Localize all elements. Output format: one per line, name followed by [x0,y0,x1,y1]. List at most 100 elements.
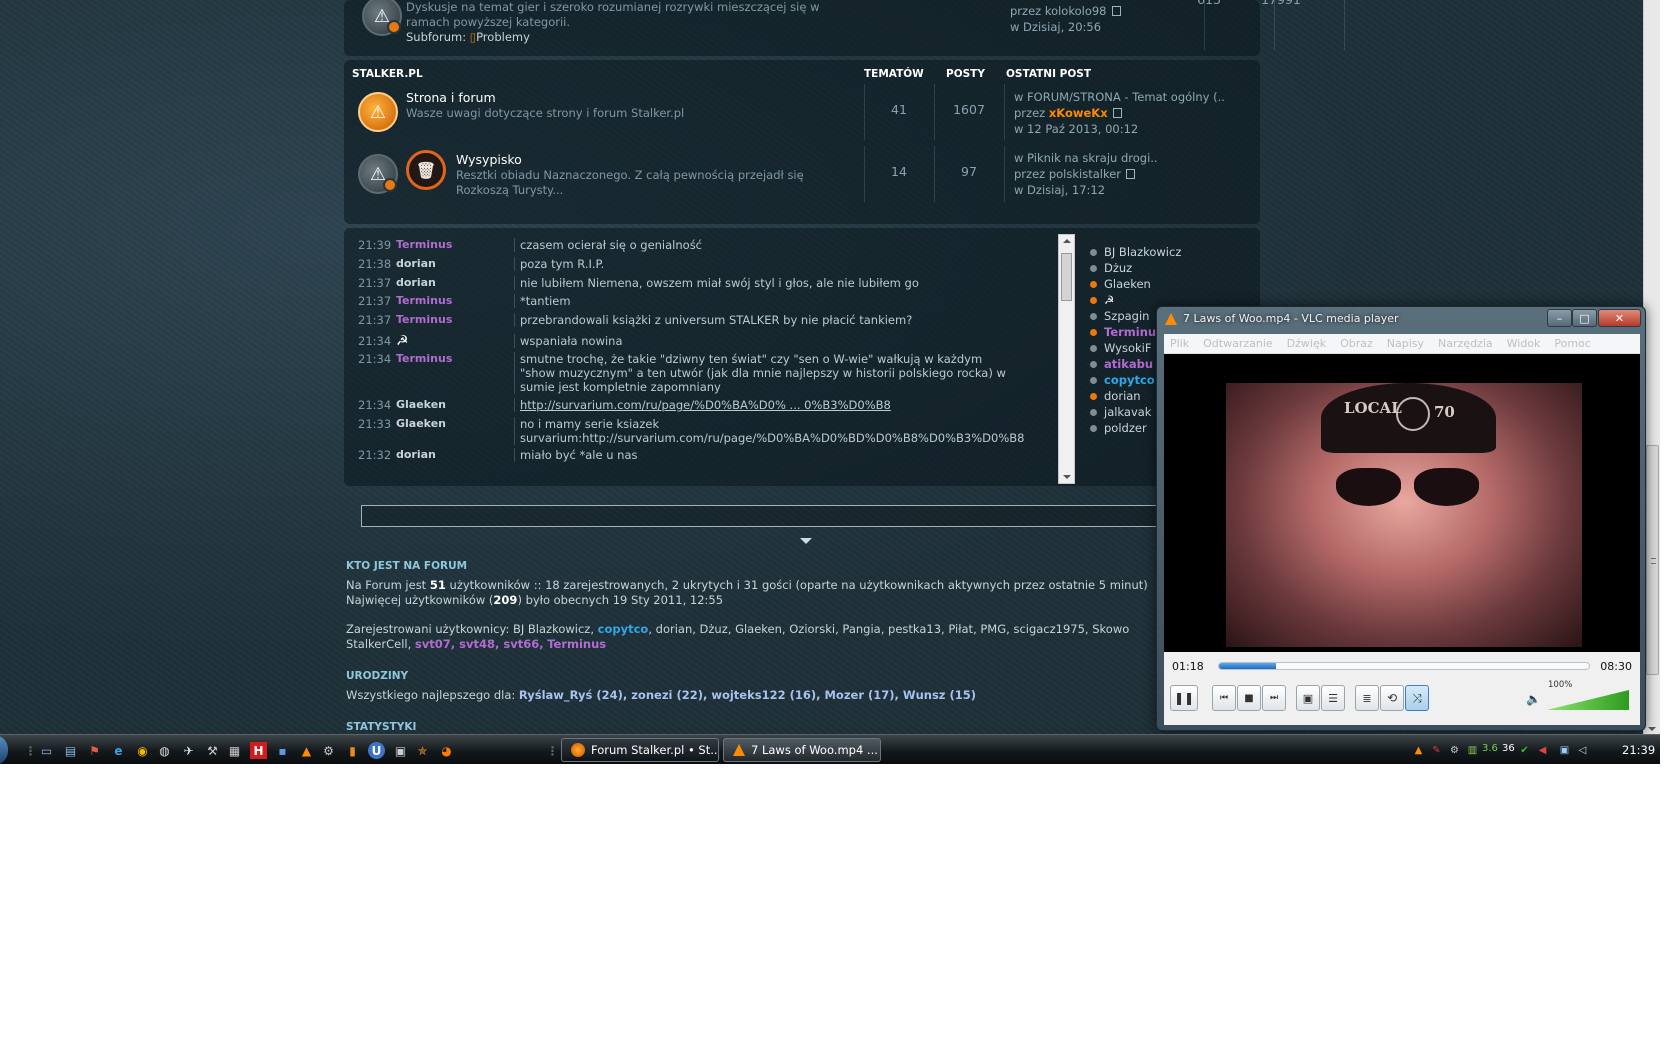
shuffle-button[interactable]: ⤨ [1405,685,1429,711]
start-button[interactable] [0,735,8,764]
subforum-link[interactable]: Problemy [476,30,530,44]
message-link[interactable]: http://survarium.com/ru/page/%D0%BA%D0% … [520,398,1020,412]
app-tray-icon[interactable]: ✎ [1430,744,1443,757]
vlc-menu-item[interactable]: Obraz [1340,337,1373,350]
user-link[interactable]: svt07, svt48, svt66, [415,637,544,651]
previous-button[interactable]: ⏮ [1212,685,1236,711]
maximize-button[interactable]: □ [1572,309,1597,327]
message-author[interactable]: dorian [396,448,436,462]
volume-muted-tray-icon[interactable]: ◀ [1536,744,1549,757]
disc-icon[interactable]: ◍ [156,742,173,759]
category-title[interactable]: STALKER.PL [352,68,423,80]
vlc-menu-item[interactable]: Odtwarzanie [1203,337,1273,350]
internet-explorer-icon[interactable]: e [110,742,127,759]
playlist-button[interactable]: ≣ [1355,685,1379,711]
tool-icon[interactable]: ⚒ [204,742,221,759]
show-desktop-icon[interactable]: ▭ [38,742,55,759]
taskbar-button-forum[interactable]: Forum Stalker.pl • St... [561,738,719,762]
user-link[interactable]: Terminus [547,637,606,651]
online-user[interactable]: Glaeken [1090,276,1260,292]
speaker-icon[interactable]: 🔈 [1526,692,1541,706]
view-post-icon[interactable] [1126,169,1136,179]
user-link[interactable]: StalkerCell, [346,637,415,651]
hammer-sickle-icon[interactable]: ☭ [1104,293,1114,307]
scroll-thumb[interactable] [1061,253,1072,301]
message-author[interactable]: dorian [396,276,436,290]
online-user-name[interactable]: jalkavak [1104,405,1151,419]
game-icon[interactable]: ▦ [226,742,243,759]
vlc-menu-item[interactable]: Napisy [1387,337,1424,350]
u-app-icon[interactable]: U [368,742,385,759]
online-user-name[interactable]: Glaeken [1104,277,1151,291]
last-post-author[interactable]: przez kolokolo98 [1010,4,1107,18]
extended-settings-button[interactable]: ☰ [1321,685,1345,711]
pause-button[interactable]: ❚❚ [1170,685,1198,711]
message-author[interactable]: Glaeken [396,398,446,412]
gear-tray-icon[interactable]: ⚙ [1448,744,1461,757]
collapse-arrow-icon[interactable] [800,538,812,544]
online-user[interactable]: Dżuz [1090,260,1260,276]
vlc-menu-item[interactable]: Pomoc [1554,337,1590,350]
forum-unread-icon[interactable]: ⚠ [358,92,398,132]
hammer-sickle-icon[interactable]: ☭ [396,334,409,348]
page-scroll-thumb[interactable] [1646,445,1659,675]
stop-button[interactable]: ■ [1237,685,1261,711]
vlc-icon[interactable]: ▲ [298,742,315,759]
view-post-icon[interactable] [1111,6,1121,16]
birthday-users[interactable]: Ryślaw_Ryś (24), zonezi (22), wojteks122… [519,688,976,702]
forum-read-icon[interactable]: ⚠ [358,154,398,194]
online-user[interactable]: BJ Blazkowicz [1090,244,1260,260]
forum-read-icon[interactable]: ⚠ [362,0,402,36]
online-user-name[interactable]: BJ Blazkowicz [1104,245,1181,259]
message-author[interactable]: Terminus [396,294,452,308]
online-user-name[interactable]: Terminus [1104,325,1163,339]
vlc-menu-item[interactable]: Plik [1170,337,1189,350]
online-user-name[interactable]: copytco [1104,373,1155,387]
shoutbox-input[interactable] [361,505,1161,527]
plane-icon[interactable]: ✈ [180,742,197,759]
online-user-name[interactable]: dorian [1104,389,1141,403]
volume-slider[interactable] [1547,690,1629,710]
online-user-name[interactable]: atikabu [1104,357,1153,371]
online-user-name[interactable]: WysokiF [1104,341,1151,355]
h-app-icon[interactable]: H [250,742,267,759]
vlc-tray-icon[interactable]: ▲ [1412,744,1425,757]
last-post-author[interactable]: xKoweKx [1049,106,1108,120]
flag-icon[interactable]: ⚑ [86,742,103,759]
vlc-menu-item[interactable]: Narzędzia [1438,337,1493,350]
printer-icon[interactable]: ▣ [392,742,409,759]
message-author[interactable]: Glaeken [396,417,446,431]
minimize-button[interactable]: – [1547,309,1572,327]
loop-button[interactable]: ⟲ [1380,685,1404,711]
seek-bar[interactable] [1218,662,1590,670]
registered-users-text[interactable]: , dorian, Dżuz, Glaeken, Oziorski, Pangi… [648,622,1129,636]
star-icon[interactable]: ✯ [414,742,431,759]
view-post-icon[interactable] [1112,108,1122,118]
online-user-name[interactable]: poldzer [1104,421,1147,435]
online-user-name[interactable]: Dżuz [1104,261,1132,275]
display-tray-icon[interactable]: ▣ [1558,744,1571,757]
next-button[interactable]: ⏭ [1262,685,1286,711]
video-area[interactable]: LOCAL 70 [1164,354,1640,652]
forum-title[interactable]: Wysypisko [456,152,522,167]
last-post-author[interactable]: przez polskistalker [1014,167,1121,181]
network-tray-icon[interactable]: ▥ [1466,744,1479,757]
speaker-tray-icon[interactable]: ◁ [1576,744,1589,757]
message-author[interactable]: dorian [396,257,436,271]
firefox-icon[interactable]: ◕ [438,742,455,759]
message-author[interactable]: Terminus [396,352,452,366]
message-author[interactable]: Terminus [396,313,452,327]
message-author[interactable]: Terminus [396,238,452,252]
folder-icon[interactable]: ▮ [344,742,361,759]
taskbar-clock[interactable]: 21:39 [1622,743,1655,757]
save-icon[interactable]: ▪ [274,742,291,759]
check-tray-icon[interactable]: ✔ [1518,744,1531,757]
last-post-topic[interactable]: w FORUM/STRONA - Temat ogólny (.. [1014,89,1254,105]
vlc-menu-item[interactable]: Widok [1507,337,1541,350]
media-icon[interactable]: ◉ [134,742,151,759]
vlc-menu-item[interactable]: Dźwięk [1287,337,1326,350]
switch-windows-icon[interactable]: ▤ [62,742,79,759]
taskbar-button-vlc[interactable]: 7 Laws of Woo.mp4 ... [723,738,881,762]
online-user-name[interactable]: Szpagin [1104,309,1149,323]
scroll-up-arrow-icon[interactable] [1063,239,1071,243]
